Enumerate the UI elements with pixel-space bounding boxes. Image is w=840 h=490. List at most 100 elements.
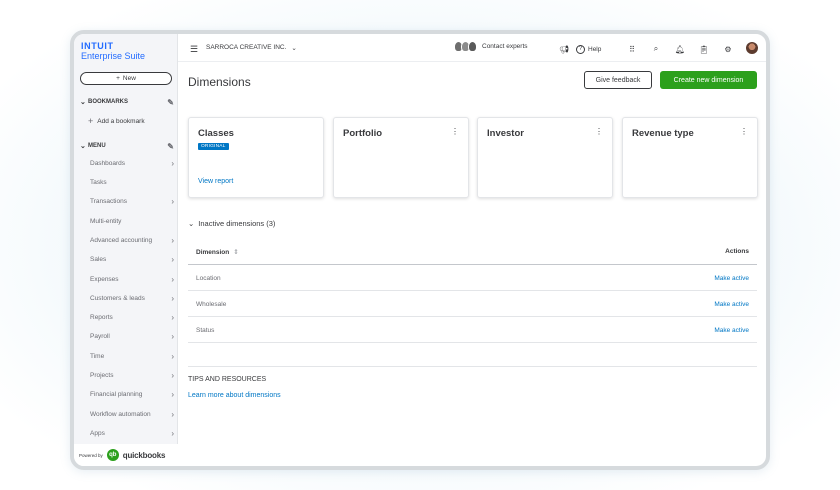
tips-heading: TIPS AND RESOURCES — [188, 376, 267, 383]
sidebar-item-projects[interactable]: Projects › — [90, 369, 176, 381]
sidebar-item-label: Expenses — [90, 275, 119, 283]
make-active-link[interactable]: Make active — [714, 327, 749, 334]
table-row: Status Make active — [188, 318, 757, 343]
card-title: Investor — [487, 128, 524, 139]
brand-logo[interactable]: INTUIT Enterprise Suite — [81, 41, 145, 62]
sidebar-item-expenses[interactable]: Expenses › — [90, 273, 176, 285]
table-row: Wholesale Make active — [188, 292, 757, 317]
sidebar-item-label: Dashboards — [90, 159, 126, 167]
plus-icon: + — [88, 116, 94, 126]
dimension-name: Status — [196, 327, 215, 334]
divider — [188, 366, 757, 367]
top-bar: ☰ SARROCA CREATIVE INC. ⌄ Contact expert… — [178, 34, 766, 62]
more-options-icon[interactable]: ⋮ — [451, 127, 459, 136]
sidebar-item-sales[interactable]: Sales › — [90, 253, 176, 265]
chevron-down-icon: ⌄ — [188, 219, 195, 228]
question-mark-icon: ? — [576, 44, 585, 54]
megaphone-icon[interactable]: 📢︎ — [552, 45, 576, 54]
contact-experts-label: Contact experts — [482, 43, 528, 50]
sidebar-item-time[interactable]: Time › — [90, 350, 176, 362]
bell-icon[interactable]: 🔔︎ — [668, 45, 692, 54]
chevron-right-icon: › — [171, 274, 174, 284]
dimension-column-header[interactable]: Dimension ⇕ — [196, 248, 239, 256]
dimension-name: Location — [196, 275, 221, 282]
edit-bookmarks-pencil-icon[interactable]: ✎ — [167, 98, 174, 107]
make-active-link[interactable]: Make active — [714, 275, 749, 282]
search-icon[interactable]: ⌕ — [644, 44, 668, 54]
inactive-table-header: Dimension ⇕ Actions — [188, 245, 757, 265]
chevron-down-icon: ⌄ — [80, 143, 86, 150]
sidebar-item-apps[interactable]: Apps › — [90, 427, 176, 439]
more-options-icon[interactable]: ⋮ — [595, 127, 603, 136]
menu-header[interactable]: ⌄ MENU ✎ — [80, 140, 174, 152]
enterprise-suite-label: Enterprise Suite — [81, 51, 146, 61]
powered-by-footer: Powered by qb quickbooks — [74, 444, 178, 466]
chevron-right-icon: › — [171, 235, 174, 245]
sidebar-item-label: Multi-entity — [90, 217, 122, 225]
sidebar-item-label: Projects — [90, 371, 114, 379]
sidebar-item-payroll[interactable]: Payroll › — [90, 330, 176, 342]
sidebar-item-label: Workflow automation — [90, 410, 151, 418]
view-report-link[interactable]: View report — [198, 178, 233, 185]
add-bookmark-link[interactable]: + Add a bookmark — [88, 116, 145, 126]
new-button-label: New — [122, 75, 136, 82]
create-new-dimension-button[interactable]: Create new dimension — [660, 71, 757, 89]
inactive-dimensions-toggle[interactable]: ⌄ Inactive dimensions (3) — [188, 219, 275, 228]
apps-grid-icon[interactable]: ⠿ — [620, 45, 644, 54]
sidebar-item-workflow-automation[interactable]: Workflow automation › — [90, 408, 176, 420]
bookmarks-label: BOOKMARKS — [88, 99, 128, 105]
sidebar-item-financial-planning[interactable]: Financial planning › — [90, 388, 176, 400]
contact-experts-button[interactable]: Contact experts — [454, 41, 528, 52]
learn-more-link[interactable]: Learn more about dimensions — [188, 392, 281, 399]
sidebar-item-dashboards[interactable]: Dashboards › — [90, 157, 176, 169]
sidebar-item-advanced-accounting[interactable]: Advanced accounting › — [90, 234, 176, 246]
sidebar-item-customers-leads[interactable]: Customers & leads › — [90, 292, 176, 304]
clipboard-icon[interactable]: 📋︎ — [692, 45, 716, 54]
user-avatar[interactable] — [740, 42, 764, 56]
more-options-icon[interactable]: ⋮ — [740, 127, 748, 136]
chevron-right-icon: › — [171, 331, 174, 341]
give-feedback-button[interactable]: Give feedback — [584, 71, 652, 89]
new-button[interactable]: + New — [80, 72, 172, 85]
sidebar: INTUIT Enterprise Suite + New ⌄ BOOKMARK… — [74, 34, 178, 466]
chevron-right-icon: › — [171, 409, 174, 419]
dimension-card-portfolio[interactable]: Portfolio ⋮ — [333, 117, 469, 198]
add-bookmark-label: Add a bookmark — [97, 117, 145, 125]
chevron-right-icon: › — [171, 254, 174, 264]
make-active-link[interactable]: Make active — [714, 301, 749, 308]
sort-icon: ⇕ — [233, 249, 239, 256]
dimension-card-revenue-type[interactable]: Revenue type ⋮ — [622, 117, 758, 198]
menu-label: MENU — [88, 143, 106, 149]
sidebar-item-multi-entity[interactable]: Multi-entity — [90, 215, 176, 227]
sidebar-item-transactions[interactable]: Transactions › — [90, 195, 176, 207]
edit-menu-pencil-icon[interactable]: ✎ — [167, 142, 174, 151]
sidebar-item-label: Customers & leads — [90, 294, 145, 302]
sidebar-item-tasks[interactable]: Tasks — [90, 176, 176, 188]
chevron-right-icon: › — [171, 370, 174, 380]
sidebar-item-label: Sales — [90, 255, 107, 263]
sidebar-item-label: Time — [90, 352, 105, 360]
help-button[interactable]: ? Help — [576, 44, 620, 54]
plus-icon: + — [116, 75, 120, 82]
bookmarks-header[interactable]: ⌄ BOOKMARKS ✎ — [80, 96, 174, 108]
card-title: Portfolio — [343, 128, 383, 139]
company-switcher[interactable]: SARROCA CREATIVE INC. ⌄ — [206, 44, 297, 52]
powered-by-label: Powered by — [79, 452, 103, 458]
dimension-card-investor[interactable]: Investor ⋮ — [477, 117, 613, 198]
chevron-right-icon: › — [171, 158, 174, 168]
top-icon-bar: 📢︎ ? Help ⠿ ⌕ 🔔︎ 📋︎ ⚙ — [552, 42, 764, 56]
page-title: Dimensions — [188, 75, 251, 89]
help-label: Help — [588, 45, 602, 53]
quickbooks-logo-icon: qb — [106, 449, 119, 461]
gear-icon[interactable]: ⚙ — [716, 45, 740, 54]
sidebar-item-label: Tasks — [90, 178, 107, 186]
dimension-card-classes[interactable]: Classes ORIGINAL View report — [188, 117, 324, 198]
chevron-right-icon: › — [171, 389, 174, 399]
sidebar-item-reports[interactable]: Reports › — [90, 311, 176, 323]
chevron-right-icon: › — [171, 293, 174, 303]
actions-column-header: Actions — [725, 248, 749, 255]
main-content: Dimensions Give feedback Create new dime… — [178, 62, 766, 466]
chevron-down-icon: ⌄ — [80, 99, 86, 106]
company-name: SARROCA CREATIVE INC. — [206, 44, 287, 51]
hamburger-menu-icon[interactable]: ☰ — [190, 44, 198, 55]
